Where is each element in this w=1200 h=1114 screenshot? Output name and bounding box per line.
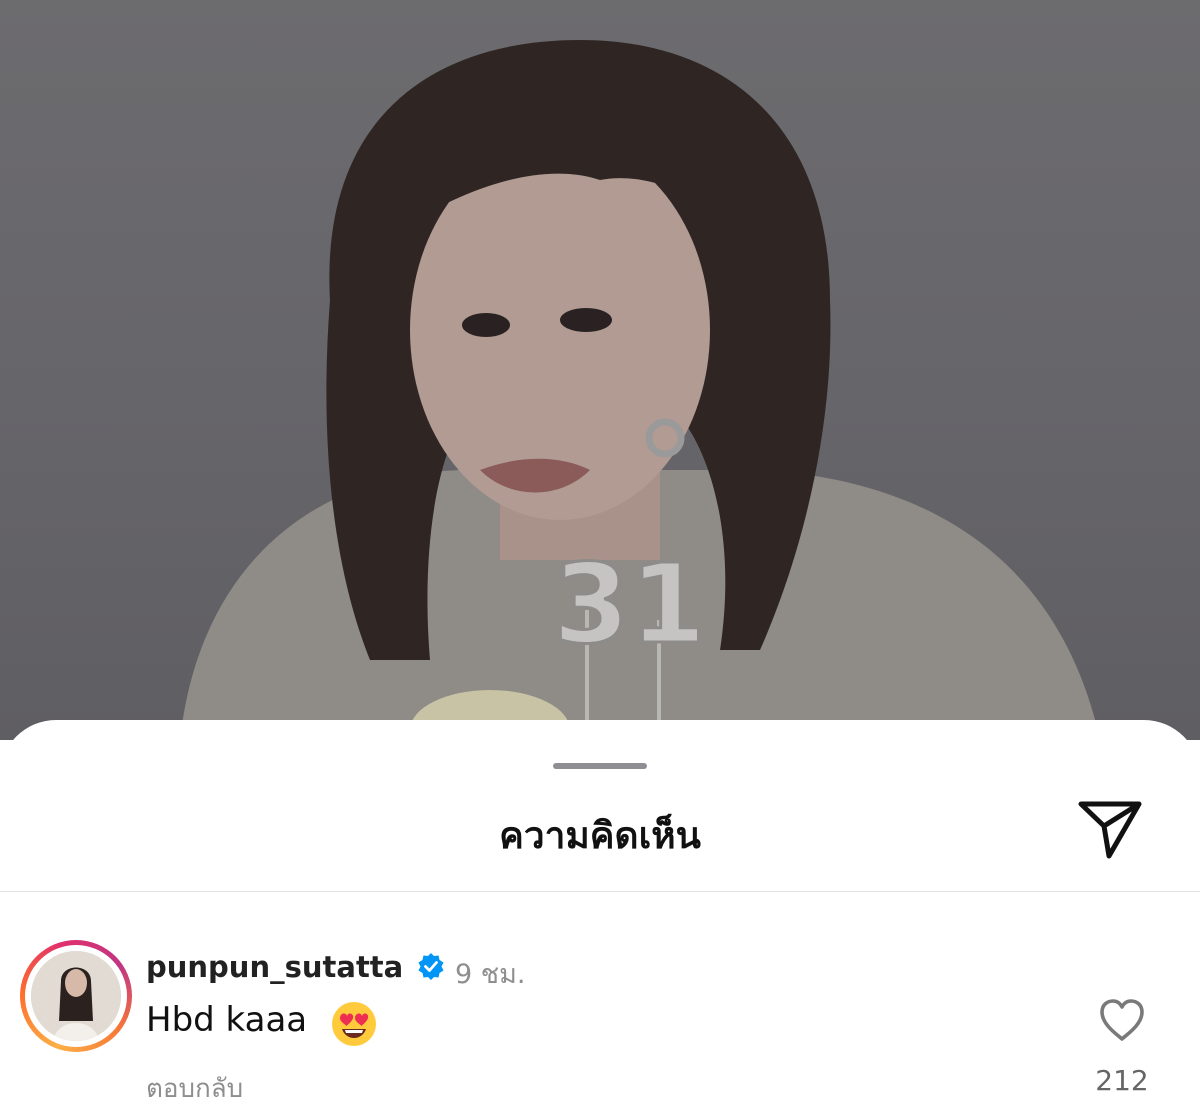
comments-sheet (0, 720, 1200, 1114)
verified-badge-icon (418, 953, 444, 980)
comment-time: 9 ชม. (455, 959, 526, 990)
avatar (31, 951, 121, 1041)
photo-illustration: 31 (180, 40, 1100, 740)
paper-plane-icon (1078, 801, 1142, 859)
comment-text: Hbd kaaa (146, 1000, 308, 1040)
like-button[interactable] (1098, 998, 1146, 1042)
avatar-story-ring[interactable] (20, 940, 132, 1052)
sheet-title: ความคิดเห็น (499, 814, 701, 857)
avatar-photo (31, 951, 121, 1041)
sheet-drag-handle[interactable] (553, 763, 647, 769)
reply-button[interactable]: ตอบกลับ (146, 1068, 243, 1109)
heart-outline-icon (1100, 999, 1144, 1041)
heart-eyes-emoji (332, 1002, 376, 1046)
previous-comment-peek: ู (236, 876, 260, 894)
post-photo: 31 (0, 0, 1200, 740)
candle-number: 31 (553, 540, 706, 668)
header-divider (0, 891, 1200, 892)
like-count: 212 (1095, 1064, 1149, 1097)
comment-username[interactable]: punpun_sutatta (146, 950, 403, 984)
share-button[interactable] (1074, 796, 1146, 862)
